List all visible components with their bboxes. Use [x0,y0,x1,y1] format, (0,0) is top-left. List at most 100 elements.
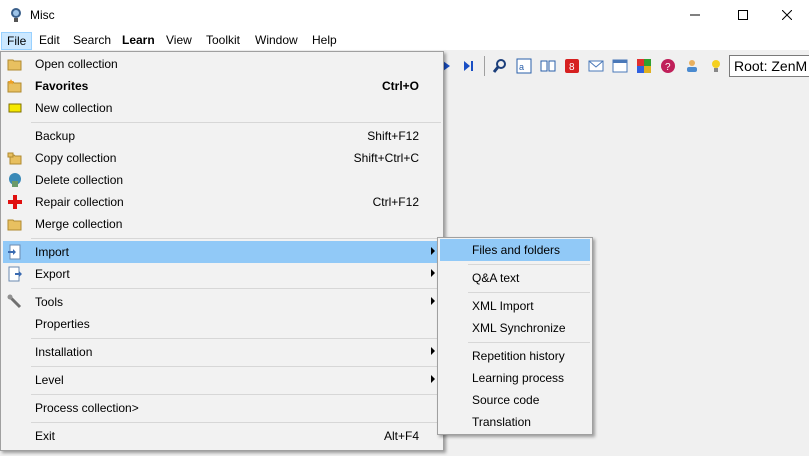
menu-item-export[interactable]: Export [3,263,441,285]
menu-item-label: Tools [35,295,64,309]
menu-separator [31,422,441,423]
translate-icon[interactable]: a [516,58,532,74]
submenu-item-label: Files and folders [472,243,561,257]
menu-item-label: Properties [35,317,90,331]
menu-item-shortcut: Ctrl+F12 [372,195,419,209]
menu-separator [31,122,441,123]
number-icon[interactable]: 8 [564,58,580,74]
menu-separator [31,394,441,395]
menu-separator [468,264,590,265]
submenu-item-source-code[interactable]: Source code [440,389,590,411]
submenu-item-xml-import[interactable]: XML Import [440,295,590,317]
menu-item-label: Import [35,245,70,259]
menu-edit-label: Edit [39,33,60,47]
submenu-item-qa-text[interactable]: Q&A text [440,267,590,289]
root-selector[interactable]: Root: ZenM [729,55,809,77]
close-button[interactable] [764,0,809,30]
menu-item-label: New collection [35,101,113,115]
submenu-item-files-and-folders[interactable]: Files and folders [440,239,590,261]
submenu-item-label: Source code [472,393,540,407]
menu-file[interactable]: File [1,32,33,50]
search-icon[interactable] [492,58,508,74]
menu-item-properties[interactable]: Properties [3,313,441,335]
export-icon [8,266,22,282]
recycle-bin-icon [9,173,21,187]
submenu-arrow-icon [431,269,435,277]
menu-window[interactable]: Window [250,32,303,50]
svg-text:?: ? [665,62,671,73]
calendar-icon[interactable] [612,58,628,74]
menu-item-shortcut: Shift+F12 [367,129,419,143]
last-icon[interactable] [460,58,476,74]
menu-bar: File Edit Search Learn View Toolkit Wind… [0,30,809,50]
menu-view-label: View [166,33,192,47]
menu-search[interactable]: Search [68,32,116,50]
submenu-arrow-icon [431,375,435,383]
grid-icon[interactable] [636,58,652,74]
menu-separator [31,238,441,239]
file-menu-dropdown: Open collection Favorites Ctrl+O New col… [0,51,444,451]
submenu-item-label: XML Import [472,299,534,313]
menu-item-favorites[interactable]: Favorites Ctrl+O [3,75,441,97]
menu-help[interactable]: Help [307,32,342,50]
menu-item-copy-collection[interactable]: Copy collection Shift+Ctrl+C [3,147,441,169]
menu-item-level[interactable]: Level [3,369,441,391]
menu-item-label: Open collection [35,57,118,71]
menu-item-label: Delete collection [35,173,124,187]
red-cross-icon [8,195,22,209]
toolbar-separator [484,56,485,76]
menu-item-repair-collection[interactable]: Repair collection Ctrl+F12 [3,191,441,213]
menu-item-new-collection[interactable]: New collection [3,97,441,119]
menu-view[interactable]: View [161,32,197,50]
menu-item-backup[interactable]: Backup Shift+F12 [3,125,441,147]
submenu-item-label: Q&A text [472,271,520,285]
menu-item-delete-collection[interactable]: Delete collection [3,169,441,191]
submenu-item-xml-synchronize[interactable]: XML Synchronize [440,317,590,339]
user-icon[interactable] [684,58,700,74]
submenu-item-repetition-history[interactable]: Repetition history [440,345,590,367]
menu-separator [468,292,590,293]
menu-item-process-collection[interactable]: Process collection> [3,397,441,419]
menu-edit[interactable]: Edit [34,32,65,50]
menu-toolkit-label: Toolkit [206,33,241,47]
mail-icon[interactable] [588,58,604,74]
menu-item-installation[interactable]: Installation [3,341,441,363]
submenu-item-translation[interactable]: Translation [440,411,590,433]
merge-folder-icon [7,219,22,231]
menu-item-label: Copy collection [35,151,117,165]
menu-item-label: Installation [35,345,93,359]
svg-text:a: a [519,62,524,72]
import-icon [8,244,21,260]
root-label: Root: ZenM [734,58,808,74]
lightbulb-icon[interactable] [708,58,724,74]
minimize-icon [690,14,700,16]
menu-item-exit[interactable]: Exit Alt+F4 [3,425,441,447]
new-collection-icon [8,103,22,113]
help-icon[interactable]: ? [660,58,676,74]
menu-item-tools[interactable]: Tools [3,291,441,313]
close-icon [782,10,792,20]
svg-text:8: 8 [569,62,575,73]
menu-item-open-collection[interactable]: Open collection [3,53,441,75]
menu-window-label: Window [255,33,298,47]
submenu-item-learning-process[interactable]: Learning process [440,367,590,389]
menu-toolkit[interactable]: Toolkit [201,32,245,50]
book-icon[interactable] [540,58,556,74]
menu-file-label: File [7,34,27,48]
menu-item-label: Level [35,373,64,387]
maximize-button[interactable] [720,0,766,30]
menu-item-label: Repair collection [35,195,124,209]
minimize-button[interactable] [672,0,718,30]
submenu-item-label: Learning process [472,371,565,385]
menu-learn-label: Learn [122,33,155,47]
menu-item-label: Favorites [35,79,89,93]
window-title: Misc [30,8,55,22]
menu-item-import[interactable]: Import [3,241,441,263]
menu-item-label: Backup [35,129,76,143]
menu-item-merge-collection[interactable]: Merge collection [3,213,441,235]
title-bar: Misc [0,0,809,30]
wrench-icon [7,294,22,309]
menu-item-label: Process collection> [35,401,139,415]
menu-help-label: Help [312,33,337,47]
menu-learn[interactable]: Learn [117,32,160,50]
